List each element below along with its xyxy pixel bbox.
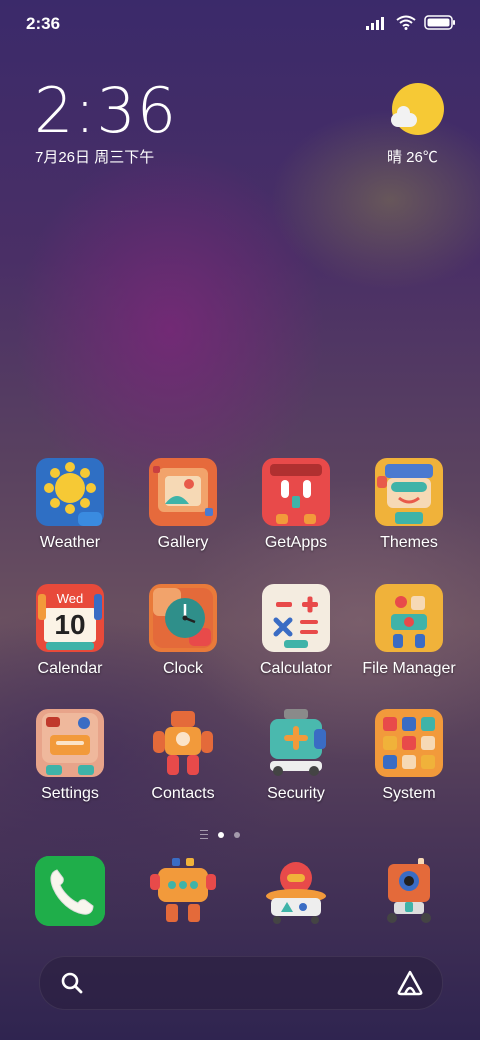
phone-icon [35, 856, 105, 926]
menu-lines-icon[interactable] [200, 830, 208, 839]
app-label: GetApps [264, 534, 328, 551]
app-label: Themes [380, 534, 438, 551]
wifi-icon [396, 15, 416, 30]
app-label: Settings [41, 785, 99, 802]
gallery-icon [149, 458, 217, 526]
page-dot[interactable] [234, 831, 240, 838]
clock-widget-date: 7月26日 周三下午 [35, 149, 155, 166]
search-bar[interactable] [39, 956, 443, 1010]
clock-icon [149, 584, 217, 652]
browser-icon [261, 856, 331, 926]
dock-phone[interactable] [14, 856, 126, 926]
app-getapps[interactable]: GetApps [240, 458, 352, 552]
app-label: System [382, 785, 436, 802]
weather-icon [36, 458, 104, 526]
dock-browser[interactable] [240, 856, 352, 926]
clock-widget-time[interactable]: 2:36 [34, 74, 177, 147]
getapps-icon [262, 458, 330, 526]
app-clock[interactable]: Clock [127, 584, 239, 678]
cellular-signal-icon [366, 16, 384, 30]
app-label: Clock [162, 660, 203, 677]
app-label: Security [267, 785, 325, 802]
app-label: Gallery [157, 534, 209, 551]
dock-messages[interactable] [127, 856, 239, 926]
app-label: Calculator [259, 660, 333, 677]
page-dot-active[interactable] [218, 831, 224, 838]
weather-widget-text: 晴 26℃ [387, 149, 438, 166]
file-manager-icon [375, 584, 443, 652]
calendar-day-text: Wed [56, 591, 84, 606]
app-weather[interactable]: Weather [14, 458, 126, 552]
cloud-icon [391, 106, 417, 127]
app-file-manager[interactable]: File Manager [353, 584, 465, 678]
page-indicator [200, 830, 240, 839]
contacts-icon [149, 709, 217, 777]
security-icon [262, 709, 330, 777]
app-gallery[interactable]: Gallery [127, 458, 239, 552]
status-icons [366, 15, 456, 30]
app-label: Contacts [151, 785, 215, 802]
app-contacts[interactable]: Contacts [127, 709, 239, 803]
themes-icon [375, 458, 443, 526]
app-label: File Manager [362, 660, 456, 677]
messages-icon [148, 856, 218, 926]
app-label: Calendar [37, 660, 103, 677]
system-folder-icon [375, 709, 443, 777]
app-calculator[interactable]: Calculator [240, 584, 352, 678]
camera-icon [374, 856, 444, 926]
calculator-icon [262, 584, 330, 652]
app-settings[interactable]: Settings [14, 709, 126, 803]
app-security[interactable]: Security [240, 709, 352, 803]
search-icon[interactable] [60, 971, 84, 995]
settings-icon [36, 709, 104, 777]
calendar-icon: Wed 10 [36, 584, 104, 652]
app-label: Weather [39, 534, 101, 551]
calendar-date-text: 10 [54, 609, 86, 640]
assistant-icon[interactable] [396, 970, 424, 996]
app-calendar[interactable]: Wed 10 Calendar [14, 584, 126, 678]
battery-icon [424, 15, 455, 30]
app-themes[interactable]: Themes [353, 458, 465, 552]
status-bar-time: 2:36 [26, 14, 61, 33]
app-system-folder[interactable]: System [353, 709, 465, 803]
dock-camera[interactable] [353, 856, 465, 926]
